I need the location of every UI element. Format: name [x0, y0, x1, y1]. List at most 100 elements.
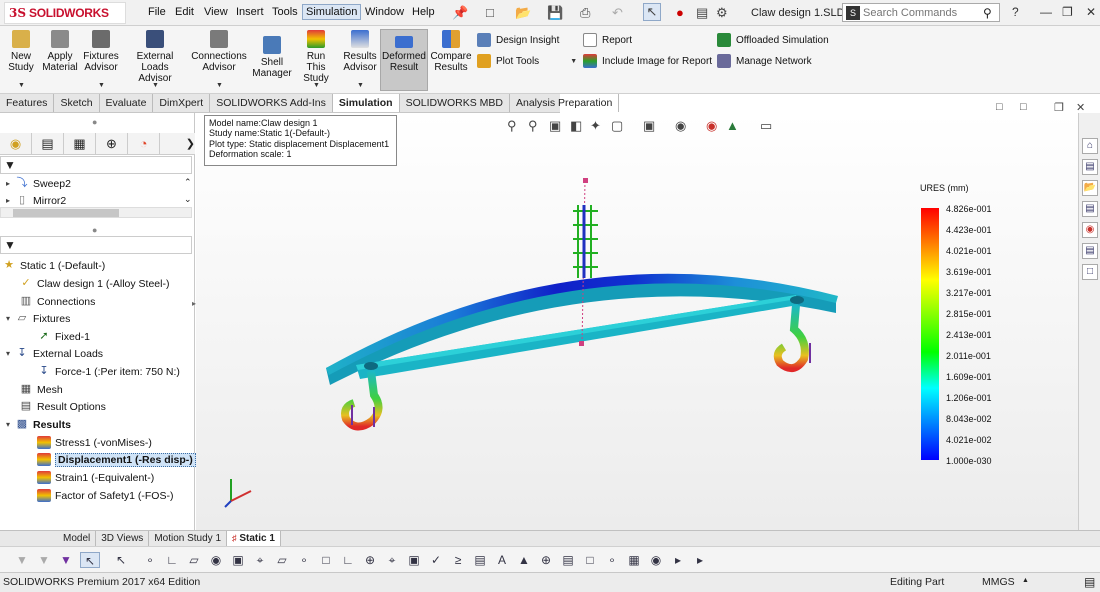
report-button[interactable]: Report [583, 33, 632, 47]
filter-geometric-tolerances-icon[interactable]: ≥ [450, 552, 466, 568]
compare-results-button[interactable]: Compare Results [430, 30, 472, 73]
dimxpert-manager-tab-icon[interactable]: ⊕ [96, 132, 128, 155]
tree-item-connections[interactable]: ▥ Connections [16, 293, 96, 310]
tree-item-factor-of-safety1[interactable]: Factor of Safety1 (-FOS-) [34, 487, 173, 504]
tab-model[interactable]: Model [58, 531, 97, 546]
filter-vertices-icon[interactable]: ∘ [142, 552, 158, 568]
fixtures-advisor-button[interactable]: Fixtures Advisor [83, 30, 119, 73]
select-icon[interactable]: ↖ [80, 552, 100, 568]
select-loop-icon[interactable]: ↖ [113, 552, 129, 568]
rebuild-traffic-light-icon[interactable]: ● [676, 5, 684, 20]
offloaded-simulation-button[interactable]: Offloaded Simulation [717, 33, 829, 47]
filter-planes-icon[interactable]: ▱ [274, 552, 290, 568]
units-dropdown-icon[interactable]: ▲ [1022, 577, 1029, 584]
tab-sketch[interactable]: Sketch [54, 94, 100, 112]
view-palette-icon[interactable]: ▤ [1082, 201, 1098, 217]
tree-item-strain1[interactable]: Strain1 (-Equivalent-) [34, 469, 154, 486]
expand-icon[interactable]: ▸ [4, 196, 12, 205]
menu-simulation[interactable]: Simulation [302, 4, 362, 20]
external-loads-advisor-button[interactable]: External Loads Advisor [124, 30, 186, 84]
filter-notes-icon[interactable]: ▤ [472, 552, 488, 568]
expand-icon[interactable]: ▸ [4, 179, 12, 188]
filter-cosmetic-threads-icon[interactable]: ▤ [560, 552, 576, 568]
new-study-button[interactable]: New Study [7, 30, 35, 73]
collapse-icon[interactable]: ▾ [4, 314, 12, 323]
tab-solidworks-add-ins[interactable]: SOLIDWORKS Add-Ins [210, 94, 333, 112]
menu-edit[interactable]: Edit [175, 6, 194, 18]
appearances-icon[interactable]: ◉ [1082, 222, 1098, 238]
tab-solidworks-mbd[interactable]: SOLIDWORKS MBD [400, 94, 510, 112]
tab-evaluate[interactable]: Evaluate [100, 94, 154, 112]
tree-item-results[interactable]: ▾ ▩ Results [4, 416, 71, 433]
results-dropdown-icon[interactable]: ▼ [357, 82, 364, 89]
graphics-area[interactable]: Model name:Claw design 1 Study name:Stat… [196, 101, 1085, 530]
apply-material-button[interactable]: Apply Material [42, 30, 78, 73]
tree-item-fixed-1[interactable]: ➚ Fixed-1 [34, 328, 90, 345]
design-library-icon[interactable]: ▤ [1082, 159, 1098, 175]
open-document-icon[interactable]: 📂 [515, 5, 531, 21]
filter-toggle-icon[interactable]: ▼ [36, 552, 52, 568]
menu-file[interactable]: File [148, 6, 166, 18]
tree-item-displacement1[interactable]: Displacement1 (-Res disp-) [34, 451, 196, 468]
axis-handle-bottom[interactable] [579, 341, 584, 346]
panel-grip-icon[interactable]: ● [92, 117, 97, 127]
filter-sketch-points-icon[interactable]: ∘ [296, 552, 312, 568]
menu-help[interactable]: Help [412, 6, 435, 18]
quick-tips-icon[interactable]: ▤ [1084, 575, 1095, 589]
run-dropdown-icon[interactable]: ▼ [313, 82, 320, 89]
scroll-up-icon[interactable]: ⌃ [184, 177, 192, 188]
filter-midpoints-icon[interactable]: ∟ [340, 552, 356, 568]
collapse-icon[interactable]: ▾ [4, 420, 12, 429]
save-icon[interactable]: 💾 [547, 5, 563, 21]
collapse-icon[interactable]: ▾ [4, 349, 12, 358]
menu-insert[interactable]: Insert [236, 6, 264, 18]
connections-advisor-button[interactable]: Connections Advisor [191, 30, 247, 73]
tree-item-force-1[interactable]: ↧ Force-1 (:Per item: 750 N:) [34, 363, 179, 380]
menu-tools[interactable]: Tools [272, 6, 298, 18]
print-icon[interactable]: ⎙ [580, 5, 590, 21]
filter-solid-bodies-icon[interactable]: ▣ [230, 552, 246, 568]
viewport-maximize-icon[interactable]: ❐ [1054, 101, 1064, 114]
filter-centerline-icon[interactable]: ⌖ [384, 552, 400, 568]
minimize-button[interactable]: — [1040, 5, 1052, 19]
tab-motion-study-1[interactable]: Motion Study 1 [149, 531, 228, 546]
search-icon[interactable]: ⚲ [983, 6, 992, 20]
filter-routing-points-icon[interactable]: ◉ [648, 552, 664, 568]
claw-displacement-model[interactable] [196, 113, 916, 530]
pin-icon[interactable]: 📌 [452, 5, 468, 21]
filter-connection-points-icon[interactable]: ▦ [626, 552, 642, 568]
design-insight-button[interactable]: Design Insight [477, 33, 559, 47]
close-button[interactable]: ✕ [1086, 5, 1096, 19]
manage-network-button[interactable]: Manage Network [717, 54, 812, 68]
tree-item-stress1[interactable]: Stress1 (-vonMises-) [34, 434, 152, 451]
loads-dropdown-icon[interactable]: ▼ [152, 82, 159, 89]
filter-datum-features-icon[interactable]: A [494, 552, 510, 568]
tree-item-mesh[interactable]: ▦ Mesh [16, 381, 63, 398]
filter-toolbar-icon[interactable]: ▼ [14, 552, 30, 568]
new-document-icon[interactable]: □ [486, 5, 494, 20]
filter-blocks-icon[interactable]: □ [582, 552, 598, 568]
filter-all-icon[interactable]: ▼ [58, 552, 74, 568]
tab-analysis-preparation[interactable]: Analysis Preparation [510, 94, 620, 112]
deformed-result-button[interactable]: Deformed Result [380, 29, 428, 91]
scroll-down-icon[interactable]: ⌄ [184, 194, 192, 205]
solidworks-logo[interactable]: 3S SOLIDWORKS [4, 2, 126, 24]
search-input[interactable] [863, 6, 983, 19]
configuration-manager-tab-icon[interactable]: ▦ [64, 132, 96, 155]
menu-view[interactable]: View [204, 6, 228, 18]
property-manager-tab-icon[interactable]: ▤ [32, 132, 64, 155]
simulation-tree-filter[interactable]: ▼ [0, 236, 192, 254]
select-arrow-icon[interactable]: ↖ [643, 3, 661, 21]
filter-edges-icon[interactable]: ∟ [164, 552, 180, 568]
viewport-tile-icon[interactable]: □ [1020, 101, 1027, 113]
display-manager-tab-icon[interactable]: ◔ [128, 132, 160, 155]
file-properties-icon[interactable]: ▤ [696, 5, 708, 21]
feature-tree-filter[interactable]: ▼ [0, 156, 192, 174]
feature-manager-tab-icon[interactable]: ◉ [0, 132, 32, 155]
filter-dimensions-icon[interactable]: ▣ [406, 552, 422, 568]
horizontal-scrollbar[interactable] [0, 207, 192, 218]
filter-surface-finish-icon[interactable]: ✓ [428, 552, 444, 568]
tab-3d-views[interactable]: 3D Views [96, 531, 150, 546]
filter-sketch-segments-icon[interactable]: □ [318, 552, 334, 568]
connections-dropdown-icon[interactable]: ▼ [216, 82, 223, 89]
